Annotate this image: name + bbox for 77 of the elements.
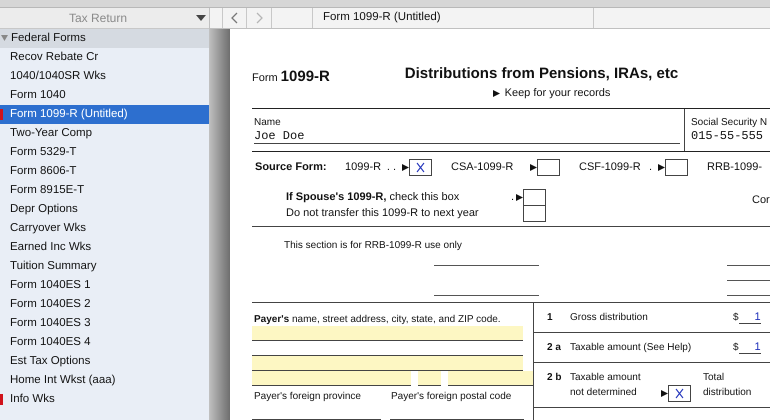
pointer-arrow-icon	[658, 164, 665, 171]
sidebar-item[interactable]: Tuition Summary	[0, 257, 209, 276]
amount-field[interactable]: 1	[738, 310, 761, 324]
checkbox[interactable]	[668, 384, 691, 402]
dot-leader: .	[510, 190, 514, 206]
field-label: Payer's name, street address, city, state, and ZIP code.	[253, 314, 502, 326]
box-label: not determined	[570, 386, 638, 400]
sidebar-item[interactable]: Form 5329-T	[0, 143, 209, 162]
sidebar-item[interactable]: 1040/1040SR Wks	[0, 67, 209, 86]
field-label: Payer's foreign postal code	[391, 390, 512, 404]
cut-label: Cor	[752, 192, 770, 208]
option-label: 1099-R	[345, 160, 382, 176]
box-label: Taxable amount	[570, 370, 642, 384]
expanded-triangle-icon	[1, 35, 8, 42]
checkbox[interactable]	[409, 159, 432, 176]
field-label: Payer's foreign province	[254, 390, 362, 404]
form-number: 1099-R	[280, 68, 330, 85]
selector-label: Tax Return	[68, 10, 128, 27]
sidebar-item[interactable]: Form 1040ES 1	[0, 276, 209, 295]
ssn-field[interactable]: 015-55-555	[691, 128, 768, 142]
x-mark-icon	[675, 388, 684, 398]
checkbox[interactable]	[523, 205, 546, 222]
sidebar-item[interactable]: Depr Options	[0, 200, 209, 219]
checkbox-label: If Spouse's 1099-R, check this box	[286, 190, 460, 206]
checkbox[interactable]	[523, 189, 546, 206]
option-label: CSA-1099-R	[451, 160, 514, 176]
back-button[interactable]	[222, 8, 247, 28]
pointer-arrow-icon	[661, 390, 668, 396]
checkbox[interactable]	[537, 159, 560, 176]
box-number: 1	[547, 310, 554, 324]
pointer-arrow-icon	[402, 164, 409, 171]
forward-chevron-icon	[256, 12, 262, 24]
box-label: distribution	[703, 386, 752, 400]
sidebar-item[interactable]: Form 1040ES 3	[0, 314, 209, 333]
box-label: Total	[703, 370, 726, 384]
option-label: CSF-1099-R	[579, 160, 641, 176]
back-chevron-icon	[231, 12, 238, 24]
sidebar-item[interactable]: Form 1040	[0, 86, 209, 105]
box-number: 2 a	[547, 340, 562, 354]
dot-leader: . .	[386, 160, 396, 176]
source-form-label: Source Form:	[255, 160, 328, 176]
sidebar-item[interactable]: Earned Inc Wks	[0, 238, 209, 257]
sidebar-item[interactable]: Form 8606-T	[0, 162, 209, 181]
field-label: Social Security N	[691, 116, 768, 128]
amount-field[interactable]: 1	[738, 340, 761, 354]
sidebar-item[interactable]: Form 1099-R (Untitled)	[0, 105, 209, 124]
field-label: Name	[254, 116, 282, 128]
option-label: RRB-1099-	[707, 160, 762, 176]
currency-sign: $	[733, 340, 739, 354]
sidebar-item[interactable]: Home Int Wkst (aaa)	[0, 371, 209, 390]
sidebar-item[interactable]: Carryover Wks	[0, 219, 209, 238]
form-subtitle: Keep for your records	[504, 86, 610, 101]
section-note: This section is for RRB-1099-R use only	[284, 238, 462, 252]
dot-leader: .	[648, 160, 652, 176]
checkbox-label: Do not transfer this 1099-R to next year	[286, 206, 480, 222]
x-mark-icon	[416, 162, 425, 173]
sidebar-item[interactable]: Form 1040ES 4	[0, 333, 209, 352]
pointer-arrow-icon	[516, 194, 523, 201]
sidebar-item[interactable]: Recov Rebate Cr	[0, 48, 209, 67]
document-tab[interactable]: Form 1099-R (Untitled)	[312, 8, 594, 28]
pointer-arrow-icon	[492, 90, 500, 97]
form-label: Form	[252, 72, 278, 84]
name-field[interactable]: Joe Doe	[254, 128, 680, 144]
box-label: Gross distribution	[570, 310, 649, 324]
sidebar-item[interactable]: Est Tax Options	[0, 352, 209, 371]
sidebar-item[interactable]: Two-Year Comp	[0, 124, 209, 143]
box-number: 2 b	[547, 370, 562, 384]
sidebar-item[interactable]: Form 1040ES 2	[0, 295, 209, 314]
dropdown-caret-icon	[196, 15, 206, 21]
form-title: Distributions from Pensions, IRAs, etc	[404, 65, 678, 83]
box-label: Taxable amount (See Help)	[570, 340, 692, 354]
sidebar-item[interactable]: Form 8915E-T	[0, 181, 209, 200]
pointer-arrow-icon	[530, 164, 537, 171]
checkbox[interactable]	[665, 159, 688, 176]
sidebar-item[interactable]: Info Wks	[0, 390, 209, 409]
currency-sign: $	[733, 310, 739, 324]
section-header[interactable]: Federal Forms	[0, 29, 209, 48]
